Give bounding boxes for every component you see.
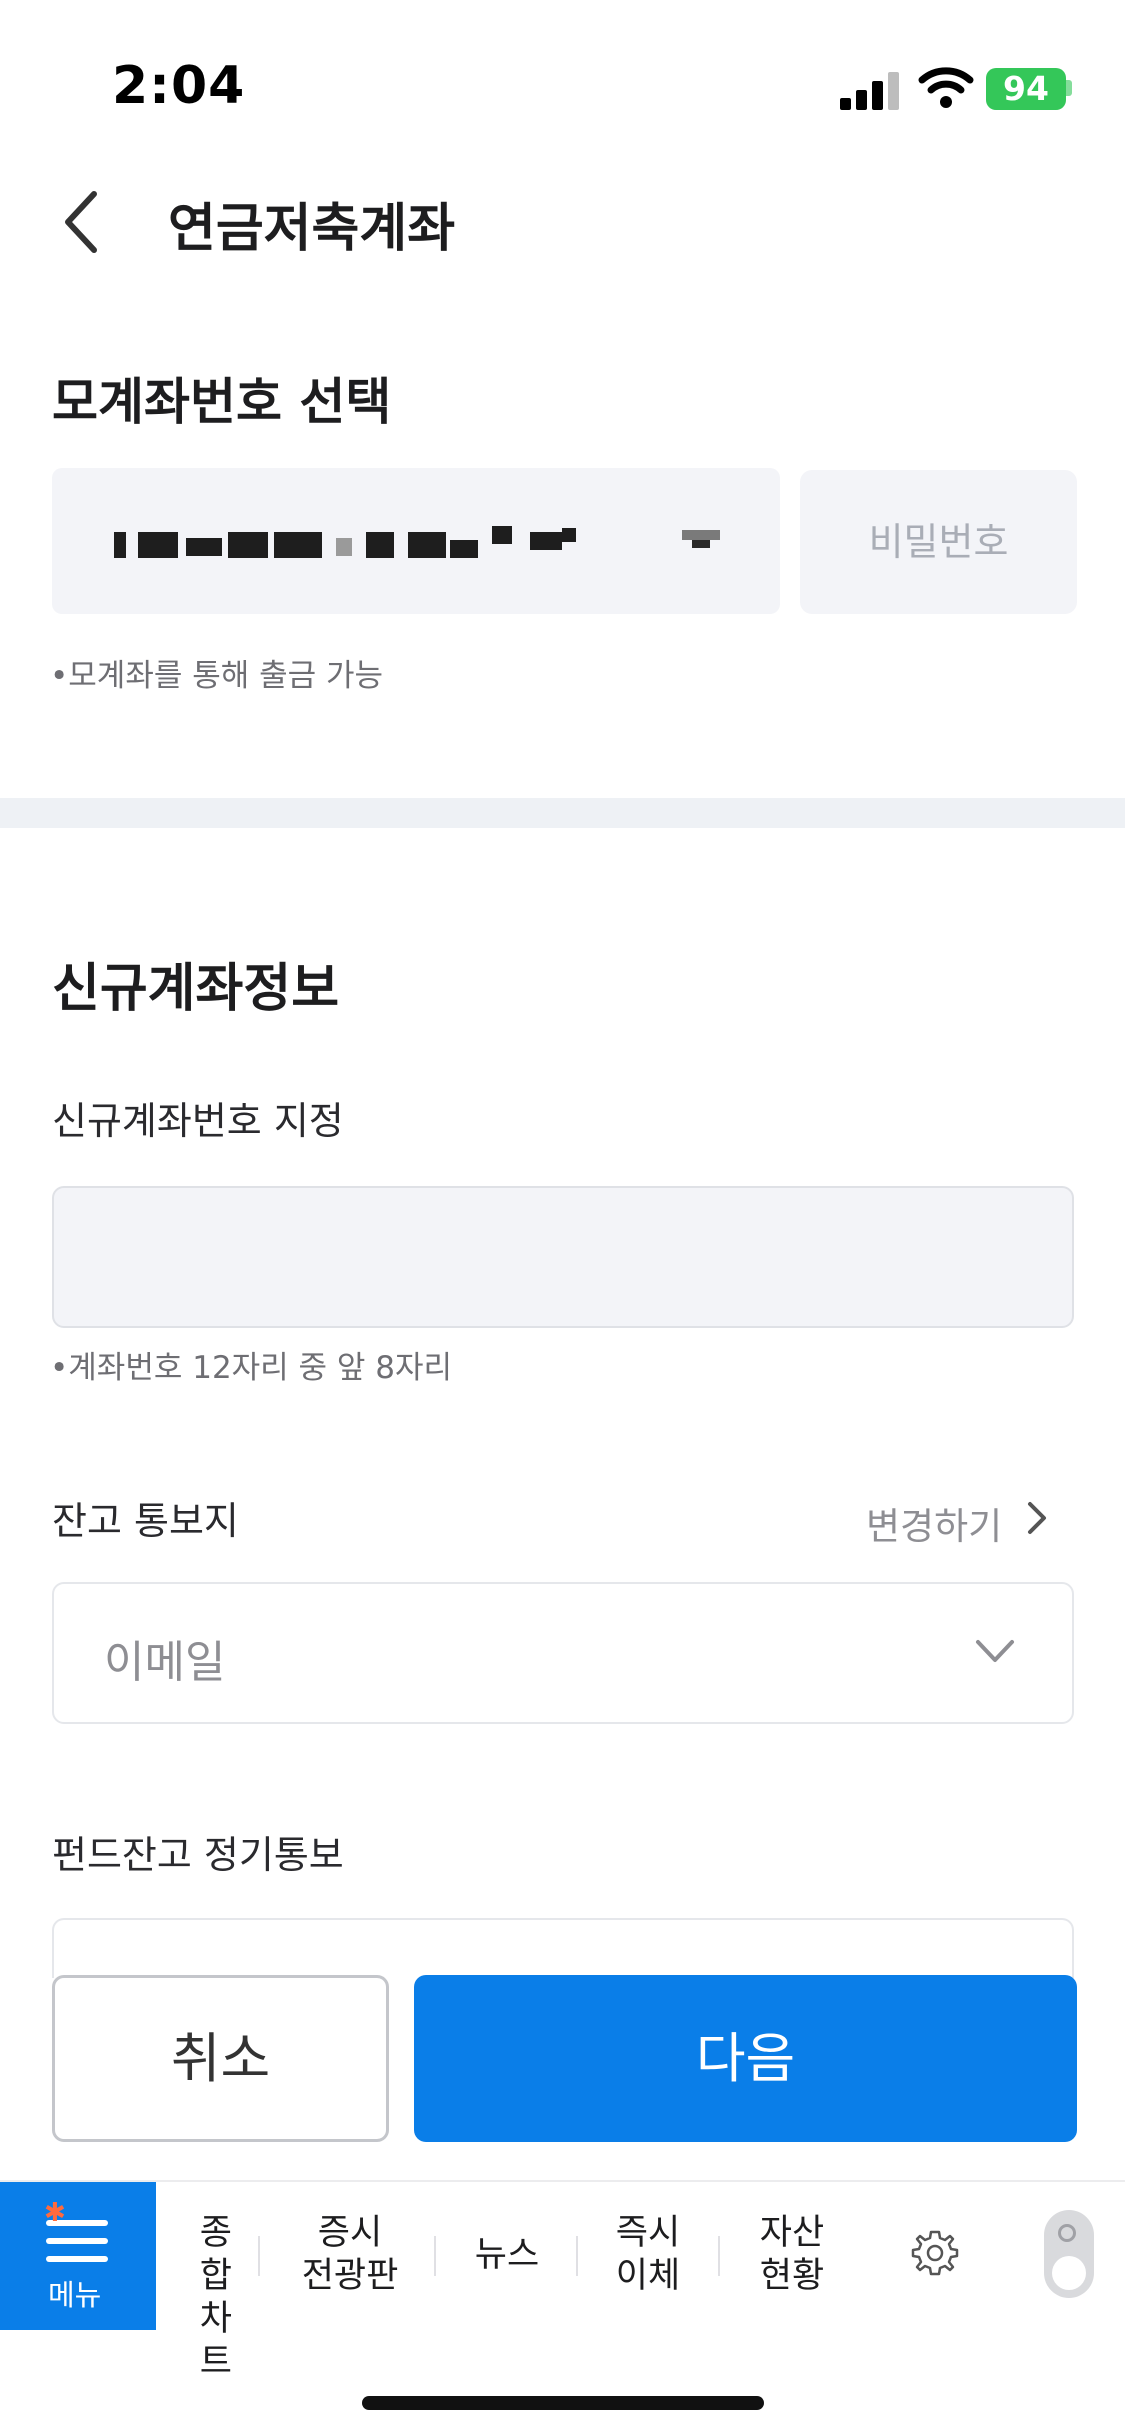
nav-separator [434,2236,436,2276]
account-number-label: 신규계좌번호 지정 [52,1099,344,1143]
cancel-button[interactable]: 취소 [52,1975,389,2142]
parent-account-select[interactable] [52,468,780,614]
balance-notice-label: 잔고 통보지 [52,1499,239,1543]
account-number-note: •계좌번호 12자리 중 앞 8자리 [50,1350,453,1386]
battery-nub [1066,80,1072,96]
section-divider [0,798,1125,828]
new-account-title: 신규계좌정보 [52,959,340,1019]
signal-icon [840,70,900,110]
home-indicator [362,2396,764,2410]
status-time: 2:04 [112,56,246,116]
parent-account-title: 모계좌번호 선택 [52,373,392,431]
back-chevron-icon[interactable] [58,188,108,256]
page-title: 연금저축계좌 [168,199,456,259]
wifi-icon [918,67,974,108]
account-number-input[interactable] [52,1186,1074,1328]
parent-account-note: •모계좌를 통해 출금 가능 [50,658,384,694]
chevron-down-icon[interactable] [682,530,720,550]
nav-separator [258,2236,260,2276]
nav-separator [718,2236,720,2276]
new-badge-icon: ✱ [44,2198,66,2228]
gear-icon[interactable] [910,2228,960,2278]
fund-notice-select[interactable] [52,1918,1074,1978]
nav-separator [576,2236,578,2276]
toggle-icon[interactable] [1044,2210,1094,2298]
nav-item-transfer[interactable]: 즉시 이체 [600,2212,696,2298]
chevron-right-icon[interactable] [1026,1500,1048,1536]
nav-item-market-board[interactable]: 증시 전광판 [290,2212,410,2298]
nav-item-chart[interactable]: 종합 차트 [170,2212,232,2384]
nav-item-assets[interactable]: 자산 현황 [744,2212,840,2298]
balance-notice-value: 이메일 [104,1637,226,1688]
menu-label: 메뉴 [48,2278,102,2312]
fund-notice-label: 펀드잔고 정기통보 [52,1833,344,1877]
chevron-down-icon[interactable] [974,1638,1016,1664]
battery-icon: 94 [986,68,1066,110]
next-button[interactable]: 다음 [414,1975,1077,2142]
nav-item-news[interactable]: 뉴스 [462,2234,552,2277]
change-link[interactable]: 변경하기 [866,1496,1002,1550]
password-input[interactable]: 비밀번호 [800,470,1077,614]
